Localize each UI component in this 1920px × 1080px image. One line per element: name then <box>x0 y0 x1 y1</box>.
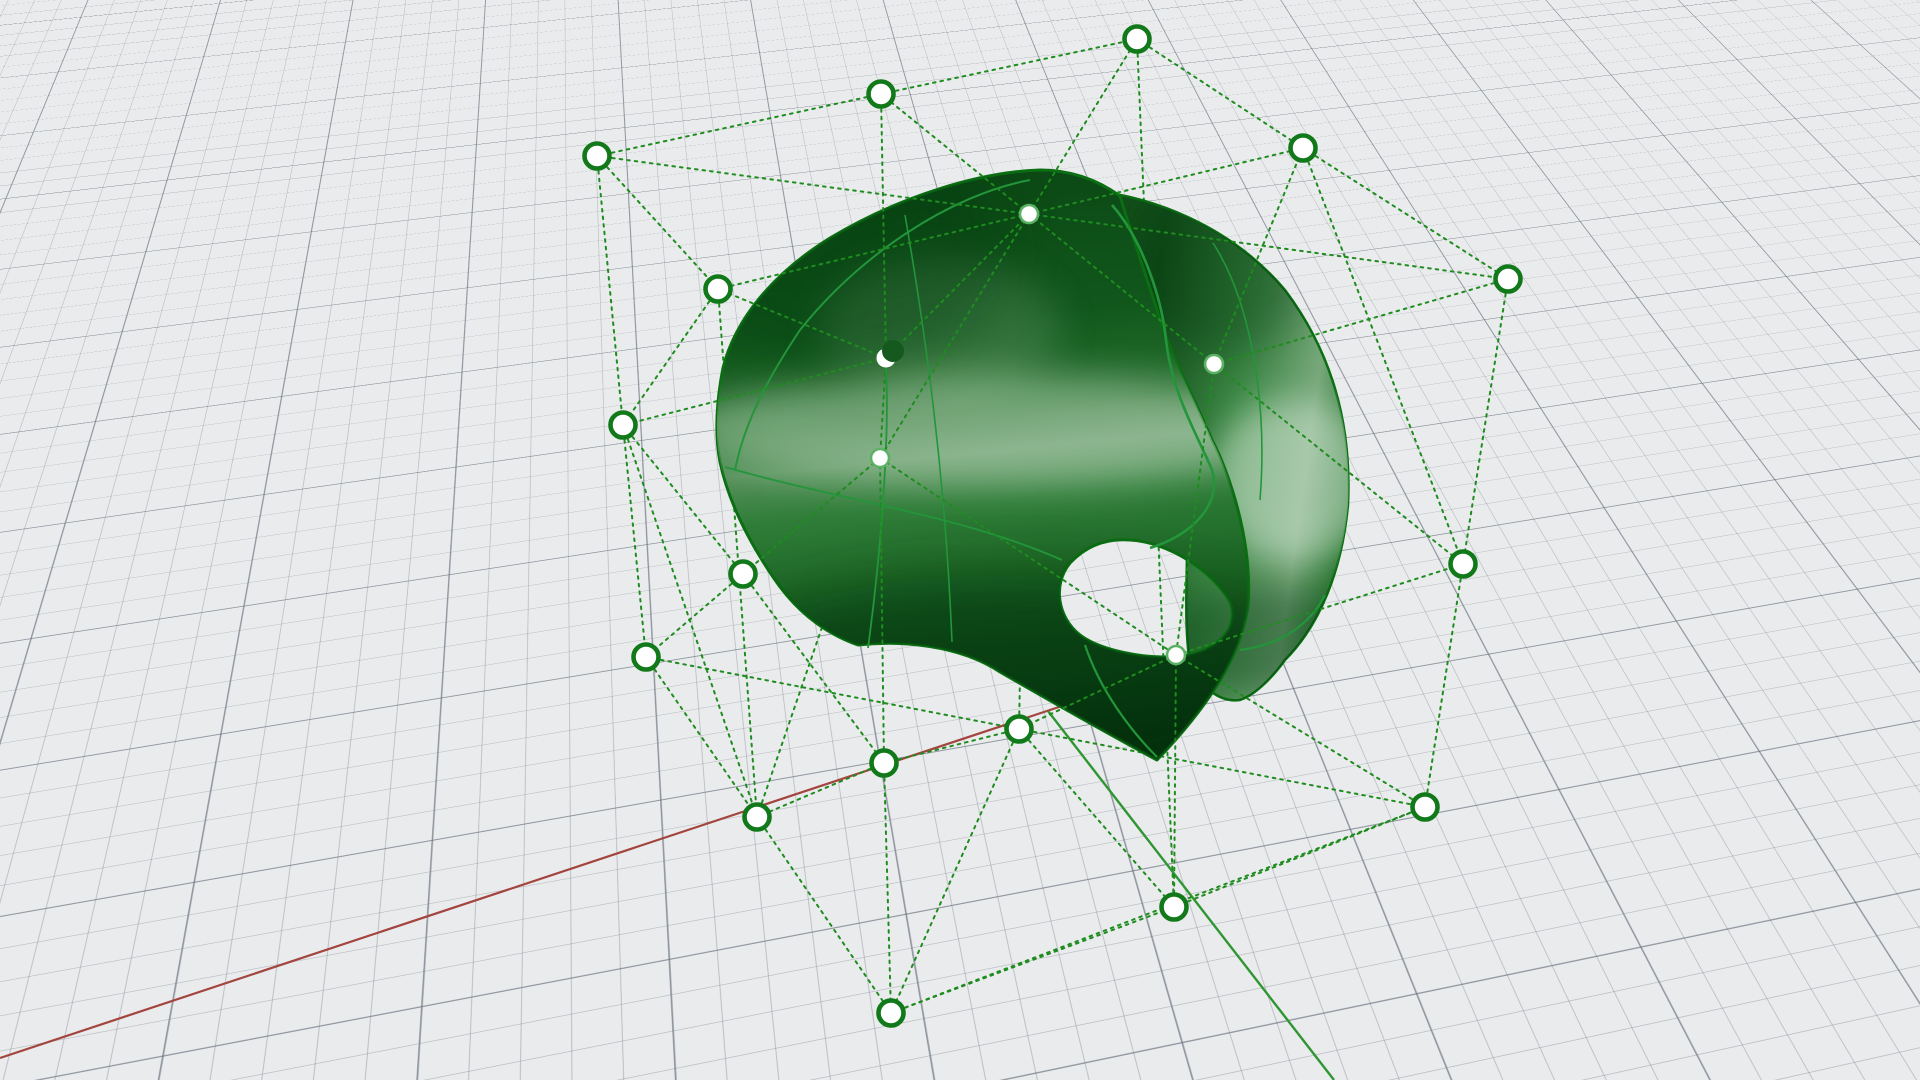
control-point-h12[interactable] <box>745 805 770 830</box>
cage-edge <box>623 289 718 425</box>
cage-edge <box>597 156 623 425</box>
cage-edge <box>623 425 646 657</box>
cage-edge <box>1303 148 1508 279</box>
cage-edge <box>1137 39 1303 148</box>
cage-edge <box>1425 564 1463 807</box>
control-point-h3[interactable] <box>1125 27 1150 52</box>
control-point-h7[interactable] <box>611 413 636 438</box>
control-point-h2[interactable] <box>869 82 894 107</box>
control-point-w4[interactable] <box>871 449 889 467</box>
control-point-h8[interactable] <box>731 562 756 587</box>
control-point-h13[interactable] <box>879 1001 904 1026</box>
cage-edge <box>757 817 891 1013</box>
control-point-h16[interactable] <box>1451 552 1476 577</box>
control-point-occluder <box>882 340 904 362</box>
cage-edge <box>646 574 743 657</box>
control-point-h6[interactable] <box>706 277 731 302</box>
control-point-h15[interactable] <box>1413 795 1438 820</box>
model-overlay <box>0 0 1920 1080</box>
cage-edge <box>1174 807 1425 907</box>
viewport-3d[interactable] <box>0 0 1920 1080</box>
control-point-h4[interactable] <box>1291 136 1316 161</box>
control-point-h5[interactable] <box>1496 267 1521 292</box>
cage-edge <box>1019 729 1425 807</box>
y-axis-line <box>1048 711 1334 1080</box>
control-point-h1[interactable] <box>585 144 610 169</box>
control-point-h10[interactable] <box>872 751 897 776</box>
control-point-w1[interactable] <box>1020 205 1038 223</box>
cage-edge <box>646 657 757 817</box>
control-point-h14[interactable] <box>1162 895 1187 920</box>
control-point-h9[interactable] <box>634 645 659 670</box>
cage-edge <box>597 94 881 156</box>
cage-edge <box>881 39 1137 94</box>
control-point-w3[interactable] <box>1205 355 1223 373</box>
cage-edge <box>884 763 891 1013</box>
cage-edge <box>646 657 1019 729</box>
x-axis-line <box>0 705 1065 1058</box>
control-point-h11[interactable] <box>1007 717 1032 742</box>
cage-edge <box>1463 279 1508 564</box>
control-point-w5[interactable] <box>1167 646 1185 664</box>
cage-edge <box>597 156 718 289</box>
